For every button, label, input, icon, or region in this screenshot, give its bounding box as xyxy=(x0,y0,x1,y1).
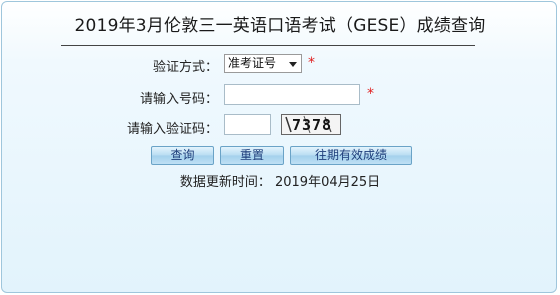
captcha-image[interactable]: 7378 xyxy=(281,114,341,135)
number-input[interactable] xyxy=(224,84,360,105)
chevron-down-icon xyxy=(289,62,297,67)
past-results-button[interactable]: 往期有效成绩 xyxy=(290,146,412,165)
query-panel: 2019年3月伦敦三一英语口语考试（GESE）成绩查询 验证方式： 准考证号 *… xyxy=(1,1,557,293)
update-label: 数据更新时间： xyxy=(179,175,271,190)
captcha-label: 请输入验证码： xyxy=(126,122,218,137)
reset-button[interactable]: 重置 xyxy=(220,146,284,165)
query-button[interactable]: 查询 xyxy=(151,146,214,165)
captcha-input[interactable] xyxy=(224,114,271,135)
update-time: 数据更新时间： 2019年04月25日 xyxy=(2,171,558,190)
method-select-value: 准考证号 xyxy=(228,56,277,70)
page-title: 2019年3月伦敦三一英语口语考试（GESE）成绩查询 xyxy=(74,16,486,36)
update-date: 2019年04月25日 xyxy=(274,175,381,190)
captcha-text: 7378 xyxy=(292,116,332,134)
required-mark: * xyxy=(367,86,374,102)
number-label: 请输入号码： xyxy=(139,92,218,107)
method-select[interactable]: 准考证号 xyxy=(224,54,302,73)
method-label: 验证方式： xyxy=(152,60,218,75)
title-divider xyxy=(61,45,475,46)
required-mark: * xyxy=(308,55,315,71)
